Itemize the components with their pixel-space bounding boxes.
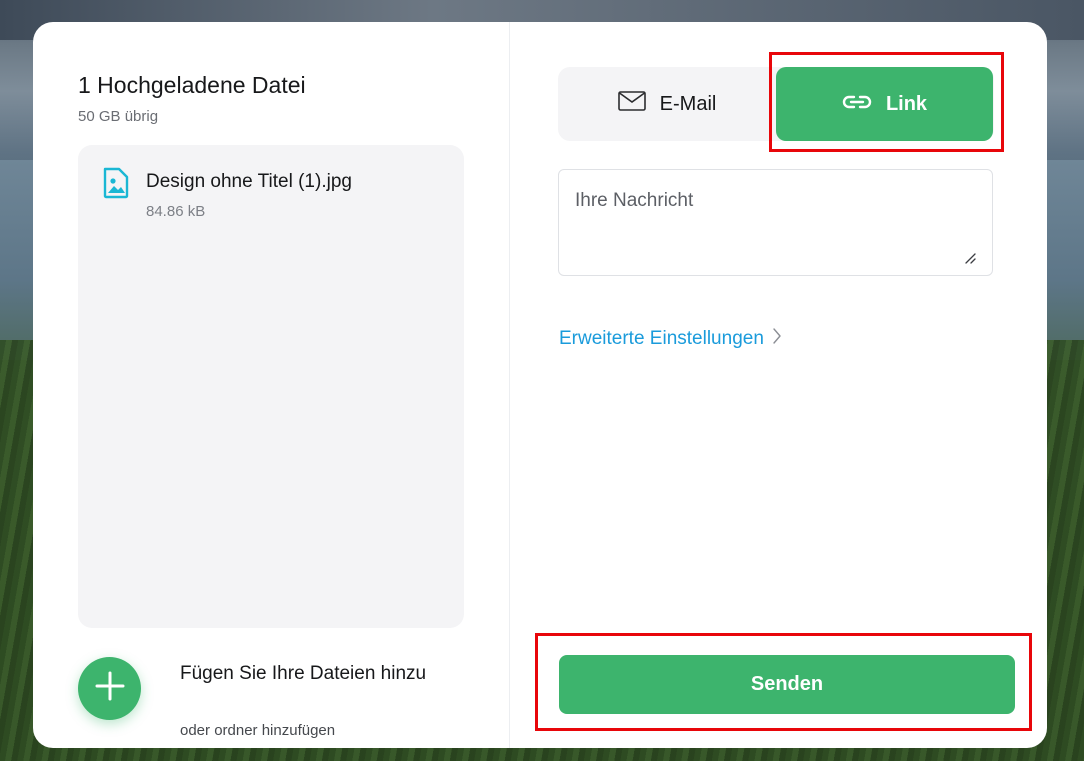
tab-email[interactable]: E-Mail [558,67,776,141]
tab-email-label: E-Mail [659,92,717,115]
send-button[interactable]: Senden [559,655,1015,714]
tab-link[interactable]: Link [776,67,993,141]
resize-handle-icon[interactable] [964,251,976,264]
tab-link-label: Link [885,92,928,115]
chevron-right-icon [772,327,782,351]
share-mode-toggle: E-Mail Link [558,67,994,141]
envelope-icon [617,91,646,117]
link-icon [842,93,872,116]
message-box [558,169,993,276]
plus-icon [94,670,126,707]
upload-panel: 1 Hochgeladene Datei 50 GB übrig Design … [33,22,510,748]
add-files-label[interactable]: Fügen Sie Ihre Dateien hinzu [180,658,440,689]
file-item[interactable]: Design ohne Titel (1).jpg 84.86 kB [102,167,442,227]
message-input[interactable] [559,170,992,275]
transfer-card: 1 Hochgeladene Datei 50 GB übrig Design … [33,22,1047,748]
image-file-icon [102,167,130,199]
file-list: Design ohne Titel (1).jpg 84.86 kB [78,145,464,628]
send-panel: E-Mail Link Er [511,22,1047,748]
file-name: Design ohne Titel (1).jpg [146,171,352,192]
advanced-settings-label: Erweiterte Einstellungen [559,328,764,349]
advanced-settings-link[interactable]: Erweiterte Einstellungen [559,327,782,351]
add-files-button[interactable] [78,657,141,720]
storage-remaining: 50 GB übrig [78,108,159,125]
upload-title: 1 Hochgeladene Datei [78,72,306,98]
file-size: 84.86 kB [146,203,206,220]
add-folder-link[interactable]: oder ordner hinzufügen [180,722,335,739]
